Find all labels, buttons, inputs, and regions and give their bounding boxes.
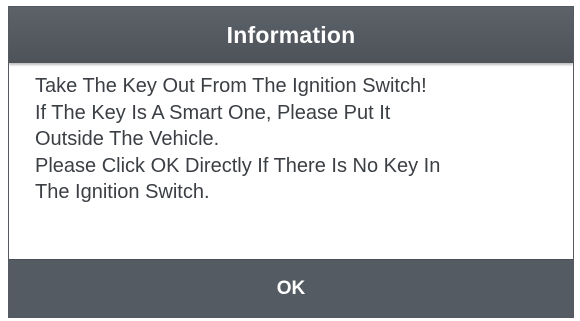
ok-button-label: OK — [276, 277, 306, 299]
message-line: The Ignition Switch. — [35, 181, 210, 203]
message-line: Outside The Vehicle. — [35, 128, 220, 150]
dialog-title: Information — [226, 21, 356, 48]
message-line: If The Key Is A Smart One, Please Put It — [35, 101, 391, 124]
dialog-header: Information — [9, 7, 573, 63]
message-line: Take The Key Out From The Ignition Switc… — [35, 75, 427, 97]
ok-button[interactable]: OK — [9, 259, 573, 317]
message-line: Please Click OK Directly If There Is No … — [35, 154, 441, 177]
dialog-message: Take The Key Out From The Ignition Switc… — [9, 63, 573, 259]
information-dialog: Information Take The Key Out From The Ig… — [8, 6, 574, 318]
